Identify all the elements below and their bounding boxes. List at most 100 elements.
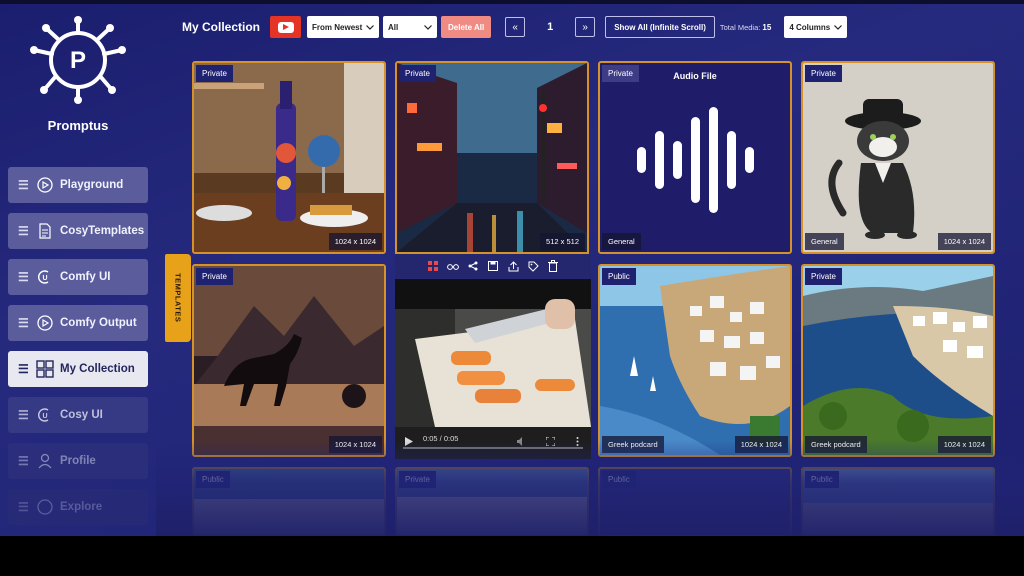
video-player-card[interactable]: 0:05 / 0:05 (395, 279, 591, 459)
chevron-down-icon (366, 23, 374, 32)
save-icon[interactable] (487, 260, 499, 272)
top-strip (0, 0, 1024, 4)
drag-handle-icon[interactable]: ☰ (18, 362, 29, 376)
upload-icon[interactable] (507, 260, 519, 272)
columns-select[interactable]: 4 Columns (784, 16, 848, 38)
share-icon[interactable] (467, 260, 479, 272)
youtube-button[interactable] (270, 16, 302, 38)
video-progress-bar[interactable] (403, 447, 583, 449)
rainy-street-image (397, 63, 587, 252)
audio-waveform-icon (637, 107, 754, 213)
glasses-icon[interactable] (447, 260, 459, 272)
image-size-label: 1024 x 1024 (328, 436, 382, 453)
media-card[interactable]: Public (598, 467, 792, 536)
tag-icon[interactable] (527, 260, 539, 272)
media-card[interactable]: Private 512 x 512 (395, 61, 589, 254)
sidebar-item-comfy-ui[interactable]: ☰ U Comfy UI (8, 259, 148, 295)
sidebar-item-label: Profile (60, 455, 96, 467)
sort-select-value: From Newest (312, 22, 363, 32)
double-chevron-left-icon: « (512, 21, 518, 33)
svg-text:U: U (42, 413, 47, 420)
wine-bottle-image (194, 63, 384, 252)
sidebar-item-label: Cosy UI (60, 409, 103, 421)
image-size-label: 1024 x 1024 (937, 436, 991, 453)
video-controls: 0:05 / 0:05 (395, 427, 591, 459)
horse-sunset-image (194, 266, 384, 455)
next-page-button[interactable]: » (575, 17, 596, 37)
drag-handle-icon[interactable]: ☰ (18, 224, 29, 238)
category-label: General (805, 233, 844, 250)
category-label: General (602, 233, 641, 250)
image-size-label: 1024 x 1024 (937, 233, 991, 250)
compass-icon (36, 498, 54, 516)
grid-icon[interactable] (427, 260, 439, 272)
prev-page-button[interactable]: « (505, 17, 526, 37)
greek-coast-image (600, 266, 790, 455)
drag-handle-icon[interactable]: ☰ (18, 454, 29, 468)
media-card[interactable]: Private Greek podcard 1024 x 1024 (801, 264, 995, 457)
grid-icon (36, 360, 54, 378)
comfy-icon: U (36, 268, 54, 286)
media-card[interactable]: Public Greek podcard 1024 x 1024 (598, 264, 792, 457)
visibility-badge: Private (399, 65, 436, 82)
brand-name: Promptus (47, 118, 109, 133)
promptus-logo-icon: P (30, 16, 126, 104)
double-chevron-right-icon: » (582, 21, 588, 33)
card-actions-bar (395, 254, 591, 278)
sidebar-item-my-collection[interactable]: ☰ My Collection (8, 351, 148, 387)
drag-handle-icon[interactable]: ☰ (18, 178, 29, 192)
greek-bay-image (803, 266, 993, 455)
sidebar-item-playground[interactable]: ☰ Playground (8, 167, 148, 203)
media-card[interactable]: Public (801, 467, 995, 536)
visibility-badge: Private (399, 471, 436, 488)
drag-handle-icon[interactable]: ☰ (18, 408, 29, 422)
chevron-down-icon (424, 23, 432, 32)
comfy-icon: U (36, 406, 54, 424)
sidebar-item-cosy-ui[interactable]: ☰ U Cosy UI (8, 397, 148, 433)
category-label: Greek podcard (805, 436, 867, 453)
templates-tab[interactable]: TEMPLATES (165, 254, 191, 342)
sidebar-item-label: Explore (60, 501, 103, 513)
total-media: Total Media: 15 (720, 23, 771, 32)
visibility-badge: Public (602, 471, 636, 488)
columns-select-value: 4 Columns (789, 22, 831, 32)
sidebar-item-profile[interactable]: ☰ Profile (8, 443, 148, 479)
total-media-count: 15 (762, 22, 772, 32)
media-card[interactable]: Private General 1024 x 1024 (801, 61, 995, 254)
image-size-label: 512 x 512 (540, 233, 585, 250)
media-card[interactable]: Private 1024 x 1024 (192, 264, 386, 457)
sidebar-item-cosytemplates[interactable]: ☰ CosyTemplates (8, 213, 148, 249)
cat-illustration-image (803, 63, 993, 252)
sidebar-item-label: My Collection (60, 363, 135, 375)
play-circle-icon (36, 314, 54, 332)
sidebar-item-label: Comfy Output (60, 317, 137, 329)
drag-handle-icon[interactable]: ☰ (18, 500, 29, 514)
media-card[interactable]: Private (395, 467, 589, 536)
sidebar-item-explore[interactable]: ☰ Explore (8, 489, 148, 525)
page-title: My Collection (182, 20, 261, 34)
show-all-button[interactable]: Show All (Infinite Scroll) (605, 16, 715, 38)
image-size-label: 1024 x 1024 (734, 436, 788, 453)
visibility-badge: Public (805, 471, 839, 488)
filter-select-value: All (388, 22, 399, 32)
visibility-badge: Private (196, 268, 233, 285)
media-card[interactable]: Private 1024 x 1024 (192, 61, 386, 254)
media-card[interactable]: Private Audio File General (598, 61, 792, 254)
templates-tab-label: TEMPLATES (173, 273, 183, 323)
image-size-label: 1024 x 1024 (328, 233, 382, 250)
total-media-label: Total Media: (719, 22, 761, 32)
svg-text:P: P (70, 47, 86, 74)
svg-text:U: U (42, 275, 47, 282)
sidebar-item-comfy-output[interactable]: ☰ Comfy Output (8, 305, 148, 341)
trash-icon[interactable] (547, 260, 559, 272)
drag-handle-icon[interactable]: ☰ (18, 270, 29, 284)
sidebar-item-label: Comfy UI (60, 271, 111, 283)
delete-all-button[interactable]: Delete All (441, 16, 492, 38)
app-window: P Promptus ☰ Playground ☰ CosyTemplates … (0, 0, 1024, 536)
drag-handle-icon[interactable]: ☰ (18, 316, 29, 330)
collection-toolbar: My Collection From Newest All Delete All… (182, 16, 851, 38)
document-icon (36, 222, 54, 240)
filter-select[interactable]: All (383, 16, 438, 38)
sort-select[interactable]: From Newest (307, 16, 380, 38)
media-card[interactable]: Public (192, 467, 386, 536)
